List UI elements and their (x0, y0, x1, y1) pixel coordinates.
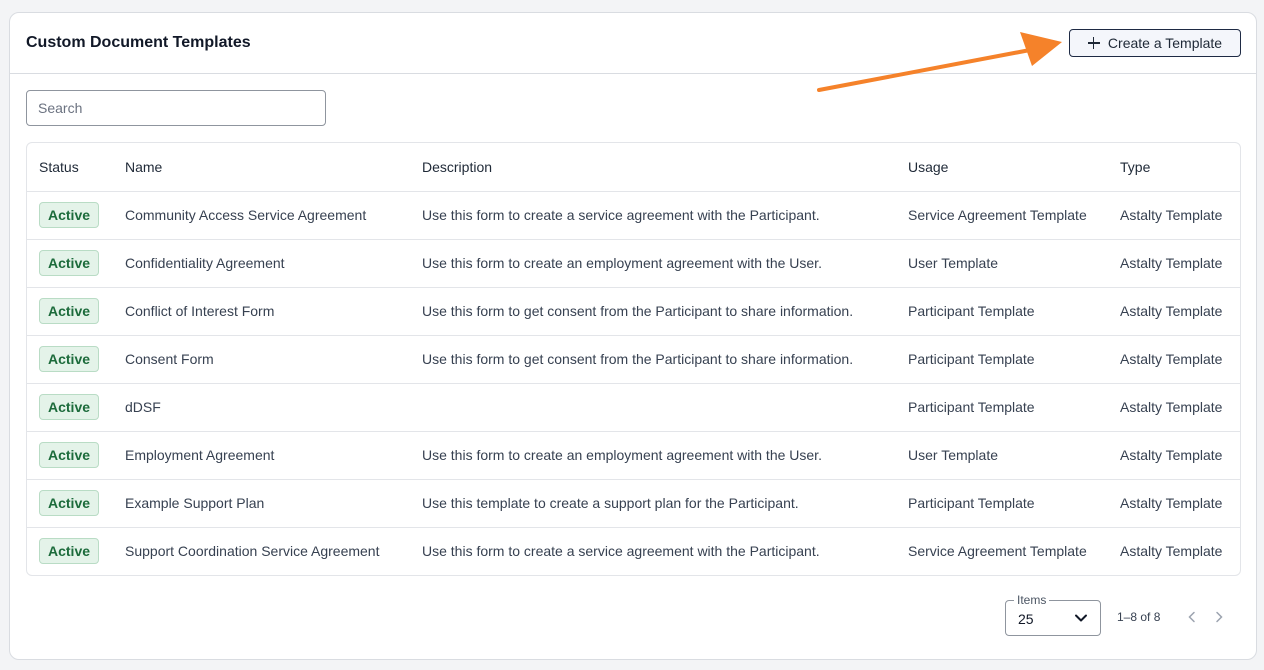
template-name[interactable]: Example Support Plan (113, 479, 410, 528)
template-usage: Participant Template (896, 383, 1108, 432)
table-header-row: Status Name Description Usage Type (27, 143, 1240, 192)
table-row[interactable]: Active dDSF Participant Template Astalty… (27, 383, 1240, 432)
column-header-description[interactable]: Description (410, 143, 896, 192)
template-usage: User Template (896, 431, 1108, 480)
table-row[interactable]: Active Support Coordination Service Agre… (27, 527, 1240, 575)
status-badge: Active (39, 442, 100, 468)
template-description: Use this form to create an employment ag… (410, 239, 896, 288)
table-row[interactable]: Active Conflict of Interest Form Use thi… (27, 287, 1240, 336)
status-badge: Active (39, 298, 100, 324)
next-page-button[interactable] (1209, 605, 1229, 629)
template-type: Astalty Template (1108, 479, 1240, 528)
items-per-page-select[interactable]: Items 25 (1005, 593, 1101, 636)
template-description: Use this form to create an employment ag… (410, 431, 896, 480)
card-header: Custom Document Templates Create a Templ… (10, 13, 1256, 74)
template-name[interactable]: Conflict of Interest Form (113, 287, 410, 336)
column-header-name[interactable]: Name (113, 143, 410, 192)
template-name[interactable]: Support Coordination Service Agreement (113, 527, 410, 575)
create-template-button[interactable]: Create a Template (1069, 29, 1241, 57)
page-title: Custom Document Templates (26, 34, 251, 51)
template-name[interactable]: Confidentiality Agreement (113, 239, 410, 288)
template-name[interactable]: Employment Agreement (113, 431, 410, 480)
previous-page-button[interactable] (1182, 605, 1202, 629)
status-badge: Active (39, 250, 100, 276)
template-name[interactable]: dDSF (113, 383, 410, 432)
items-per-page-value: 25 (1018, 611, 1034, 627)
items-per-page-label: Items (1014, 593, 1050, 607)
template-type: Astalty Template (1108, 287, 1240, 336)
template-description (410, 383, 896, 432)
table-row[interactable]: Active Consent Form Use this form to get… (27, 335, 1240, 384)
template-usage: User Template (896, 239, 1108, 288)
chevron-left-icon (1188, 611, 1195, 623)
status-badge: Active (39, 394, 100, 420)
status-badge: Active (39, 490, 100, 516)
template-type: Astalty Template (1108, 191, 1240, 240)
column-header-type[interactable]: Type (1108, 143, 1240, 192)
template-description: Use this form to get consent from the Pa… (410, 335, 896, 384)
pagination-range: 1–8 of 8 (1117, 610, 1161, 624)
plus-icon (1087, 37, 1100, 49)
column-header-status[interactable]: Status (27, 143, 113, 192)
status-badge: Active (39, 346, 100, 372)
template-usage: Service Agreement Template (896, 191, 1108, 240)
template-type: Astalty Template (1108, 335, 1240, 384)
status-badge: Active (39, 202, 100, 228)
chevron-down-icon (1075, 614, 1087, 622)
template-name[interactable]: Community Access Service Agreement (113, 191, 410, 240)
templates-card: Custom Document Templates Create a Templ… (9, 12, 1257, 660)
template-description: Use this form to create a service agreem… (410, 191, 896, 240)
table-row[interactable]: Active Community Access Service Agreemen… (27, 191, 1240, 240)
status-badge: Active (39, 538, 100, 565)
column-header-usage[interactable]: Usage (896, 143, 1108, 192)
table-row[interactable]: Active Confidentiality Agreement Use thi… (27, 239, 1240, 288)
template-usage: Service Agreement Template (908, 543, 1087, 560)
table-footer: Items 25 1–8 of 8 (10, 593, 1256, 641)
template-description: Use this form to get consent from the Pa… (410, 287, 896, 336)
template-type: Astalty Template (1108, 431, 1240, 480)
template-type: Astalty Template (1120, 543, 1223, 560)
template-usage: Participant Template (896, 287, 1108, 336)
template-type: Astalty Template (1108, 239, 1240, 288)
template-name[interactable]: Consent Form (113, 335, 410, 384)
chevron-right-icon (1216, 611, 1223, 623)
templates-table: Status Name Description Usage Type Activ… (26, 142, 1241, 576)
template-usage: Participant Template (896, 335, 1108, 384)
template-type: Astalty Template (1108, 383, 1240, 432)
template-description: Use this template to create a support pl… (410, 479, 896, 528)
table-row[interactable]: Active Example Support Plan Use this tem… (27, 479, 1240, 528)
search-input[interactable] (26, 90, 326, 126)
template-description: Use this form to create a service agreem… (422, 543, 820, 560)
table-row[interactable]: Active Employment Agreement Use this for… (27, 431, 1240, 480)
template-usage: Participant Template (896, 479, 1108, 528)
create-template-label: Create a Template (1107, 35, 1223, 51)
